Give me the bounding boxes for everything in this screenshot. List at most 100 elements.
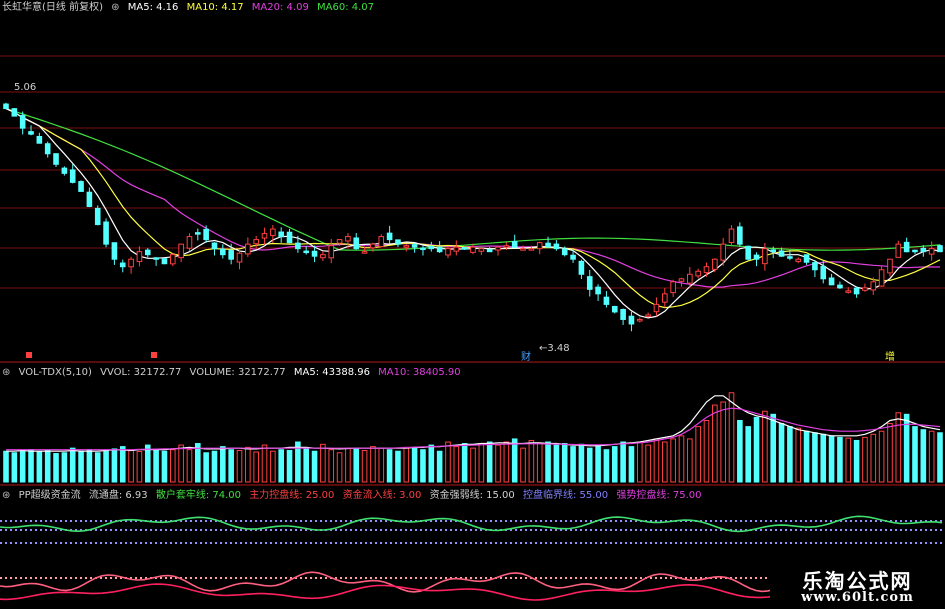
candle [28,131,34,135]
candle [86,191,93,207]
volume-bar [762,410,768,483]
high-price-label: 5.06 [14,82,36,93]
candle [636,318,643,322]
volume-bar [136,451,143,483]
candle [662,293,668,303]
volume-bar [662,441,668,483]
volume-bar [28,449,34,483]
volume-bar [712,404,718,483]
volume-bar [561,443,568,483]
candle [536,242,543,250]
volume-bar [495,444,501,483]
watermark: 乐淘公式网 www.60lt.com [770,563,945,609]
volume-bar [728,392,735,483]
candle [311,250,318,257]
ma60-line [5,108,941,251]
candle [378,236,385,248]
candle [470,246,476,253]
candle [820,265,827,280]
candle [420,247,426,251]
volume-bar [520,447,526,483]
candle [795,258,802,262]
candle [678,278,685,282]
stock-chart[interactable]: 5.06 ←3.48 财 增 [0,0,945,609]
candle [486,248,493,253]
volume-bar [812,432,818,483]
volume-bar [94,452,101,483]
candle [737,226,743,245]
volume-bar [353,448,360,483]
candle [937,245,943,253]
volume-bar [428,444,435,483]
candle [520,248,526,251]
volume-bar [511,438,518,483]
candle [645,314,651,317]
volume-bar [470,447,476,483]
volume-bar [920,429,927,483]
candle [169,254,176,265]
candle [336,239,343,244]
candle [361,251,368,254]
candle [428,245,435,250]
candle [278,231,284,238]
volume-bar [628,446,635,483]
candle [303,250,310,254]
candle [19,115,26,129]
candle [903,241,910,253]
candle [36,135,43,144]
candle [345,236,351,242]
candle [295,242,301,250]
candle [3,103,9,110]
volume-bar [595,444,601,483]
volume-bar [653,438,660,483]
volume-bar [403,446,410,483]
volume-bar [937,432,943,483]
candle [44,143,51,155]
candle [353,237,360,250]
volume-bar [695,426,701,483]
volume-bar [570,446,576,483]
volume-bar [19,450,26,483]
volume-bar [245,446,251,483]
volume-bar [395,450,401,483]
event-marker [26,352,32,358]
candle [803,254,810,263]
volume-bar [61,452,68,483]
volume-bar [228,449,234,483]
candle [670,281,676,294]
volume-bar [737,419,743,483]
volume-bar [253,451,259,483]
candle [220,248,226,256]
volume-bar [270,450,276,483]
candle [111,242,118,260]
candle [94,207,101,226]
candle [878,269,885,287]
candle [261,233,268,239]
volume-bar [311,450,318,483]
volume-bar [770,413,777,483]
low-price-label: ←3.48 [539,343,570,354]
candle [720,243,726,261]
candle [153,257,159,260]
event-marker-zeng: 增 [885,350,895,363]
candle [69,169,76,183]
candle [236,252,243,263]
candle [728,228,735,243]
candle [53,153,59,165]
volume-bar [795,427,802,483]
candle [812,262,818,271]
volume-bar [453,446,460,483]
candle [687,273,693,284]
candle [186,236,193,249]
candle [712,258,718,270]
candle [61,167,68,174]
candle [78,181,84,192]
candle [853,287,860,295]
candle [628,315,635,325]
volume-bar [461,443,468,483]
volume-bar [411,446,418,483]
volume-bar [420,449,426,483]
volume-bar [345,447,351,483]
volume-bar [69,447,76,483]
volume-bar [178,444,184,483]
